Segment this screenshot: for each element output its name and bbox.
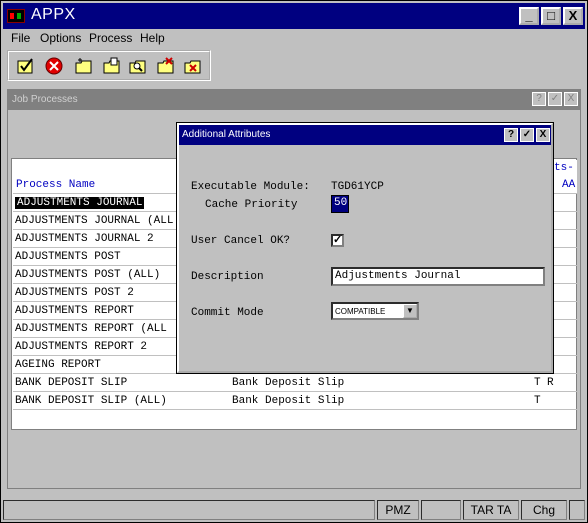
menu-help[interactable]: Help <box>140 31 165 45</box>
status-bar: PMZ TAR TA Chg <box>3 500 585 520</box>
dialog-help-button[interactable]: ? <box>504 128 518 142</box>
row-name: AGEING REPORT <box>15 359 101 371</box>
status-tar: TAR TA <box>463 500 519 520</box>
row-description: Bank Deposit Slip <box>232 377 345 389</box>
status-blank <box>421 500 461 520</box>
row-name: BANK DEPOSIT SLIP (ALL) <box>15 395 167 407</box>
chevron-down-icon[interactable]: ▼ <box>403 304 417 318</box>
row-description: Bank Deposit Slip <box>232 395 345 407</box>
table-row[interactable]: BANK DEPOSIT SLIP (ALL) Bank Deposit Sli… <box>13 392 577 410</box>
menu-file[interactable]: File <box>11 31 30 45</box>
row-name: ADJUSTMENTS POST 2 <box>15 287 134 299</box>
cache-priority-field[interactable]: 50 <box>331 195 349 213</box>
user-cancel-checkbox[interactable]: ✓ <box>331 234 344 247</box>
close-folder-icon[interactable] <box>184 57 202 75</box>
dialog-close-button[interactable]: X <box>536 128 550 142</box>
mdi-help-button[interactable]: ? <box>532 92 546 106</box>
table-row[interactable]: BANK DEPOSIT SLIP Bank Deposit Slip T R <box>13 374 577 392</box>
row-type: T <box>534 395 541 407</box>
row-name: ADJUSTMENTS POST <box>15 251 121 263</box>
row-type: T <box>534 377 541 389</box>
row-name: ADJUSTMENTS JOURNAL <box>15 197 145 209</box>
cache-priority-label: Cache Priority <box>205 199 298 211</box>
commit-mode-select[interactable]: COMPATIBLE ▼ <box>331 302 419 320</box>
open-folder-icon[interactable] <box>103 57 121 75</box>
title-bar[interactable]: APPX _ □ X <box>3 3 585 29</box>
menu-bar: File Options Process Help <box>3 30 585 48</box>
row-name: BANK DEPOSIT SLIP <box>15 377 128 389</box>
find-icon[interactable] <box>129 57 147 75</box>
additional-attributes-dialog: Additional Attributes ? ✓ X Executable M… <box>176 122 554 374</box>
commit-mode-value: COMPATIBLE <box>335 307 386 316</box>
maximize-button[interactable]: □ <box>541 7 561 25</box>
mdi-close-button[interactable]: X <box>564 92 578 106</box>
menu-process[interactable]: Process <box>89 31 132 45</box>
description-label: Description <box>191 271 264 283</box>
status-chg: Chg <box>521 500 567 520</box>
dialog-ok-button[interactable]: ✓ <box>520 128 534 142</box>
executable-module-label: Executable Module: <box>191 181 310 193</box>
description-field[interactable]: Adjustments Journal <box>331 267 545 286</box>
row-name: ADJUSTMENTS REPORT <box>15 305 134 317</box>
status-message <box>3 500 375 520</box>
status-pmz: PMZ <box>377 500 419 520</box>
dialog-title[interactable]: Additional Attributes <box>179 125 551 145</box>
row-name: ADJUSTMENTS JOURNAL (ALL <box>15 215 174 227</box>
header-process-name[interactable]: Process Name <box>16 179 95 191</box>
user-cancel-label: User Cancel OK? <box>191 235 291 247</box>
toolbar <box>7 50 211 81</box>
row-name: ADJUSTMENTS REPORT 2 <box>15 341 148 353</box>
row-flag: R <box>547 377 554 389</box>
cancel-icon[interactable] <box>45 57 63 75</box>
ok-icon[interactable] <box>17 57 35 75</box>
commit-mode-label: Commit Mode <box>191 307 264 319</box>
job-processes-title[interactable]: Job Processes <box>8 90 580 110</box>
appx-logo-icon <box>7 9 25 23</box>
header-ts: ts- <box>554 162 574 174</box>
delete-folder-icon[interactable] <box>157 57 175 75</box>
executable-module-value: TGD61YCP <box>331 181 384 193</box>
app-title: APPX <box>31 6 76 23</box>
row-name: ADJUSTMENTS REPORT (ALL <box>15 323 167 335</box>
mdi-ok-button[interactable]: ✓ <box>548 92 562 106</box>
row-name: ADJUSTMENTS POST (ALL) <box>15 269 161 281</box>
close-button[interactable]: X <box>563 7 583 25</box>
new-folder-icon[interactable] <box>75 57 93 75</box>
minimize-button[interactable]: _ <box>519 7 539 25</box>
header-aa: AA <box>562 179 576 191</box>
menu-options[interactable]: Options <box>40 31 81 45</box>
resize-grip-icon[interactable] <box>569 500 585 520</box>
main-window: APPX _ □ X File Options Process Help Job… <box>0 0 588 523</box>
row-name: ADJUSTMENTS JOURNAL 2 <box>15 233 154 245</box>
